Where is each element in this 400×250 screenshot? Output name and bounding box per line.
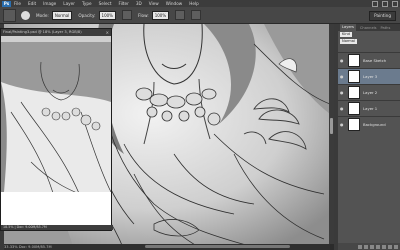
- layer-row[interactable]: ● Background: [338, 116, 400, 132]
- menu-help[interactable]: Help: [189, 1, 199, 6]
- trash-icon[interactable]: [394, 244, 398, 249]
- layers-panel-tabs: Layers Channels Paths: [338, 24, 400, 31]
- vertical-scroll-thumb[interactable]: [330, 118, 333, 134]
- horizontal-scrollbar[interactable]: [145, 245, 290, 248]
- link-layers-icon[interactable]: [358, 244, 362, 249]
- pressure-size-icon[interactable]: [191, 10, 202, 20]
- fx-icon[interactable]: [364, 244, 368, 249]
- layer-row[interactable]: ● Layer 1: [338, 100, 400, 116]
- layer-kind-select[interactable]: Kind: [340, 32, 352, 37]
- tab-paths[interactable]: Paths: [381, 26, 391, 30]
- layer-name: Base Sketch: [363, 58, 387, 63]
- close-icon[interactable]: ×: [106, 30, 109, 35]
- layer-row[interactable]: ● Base Sketch: [338, 52, 400, 68]
- layer-row[interactable]: ● Layer 2: [338, 84, 400, 100]
- layer-thumbnail: [348, 70, 360, 83]
- floating-status-bar: 18.5% | Doc: 9.00M/85.7M: [1, 225, 113, 230]
- visibility-eye-icon[interactable]: ●: [340, 106, 345, 111]
- group-icon[interactable]: [382, 244, 386, 249]
- layer-name: Layer 3: [363, 74, 378, 79]
- floating-document-window[interactable]: Final/Painting3.psd @ 18% (Layer 3, RGB/…: [0, 28, 113, 231]
- brush-tool-icon[interactable]: [3, 8, 16, 22]
- tab-layers[interactable]: Layers: [340, 24, 356, 31]
- visibility-eye-icon[interactable]: ●: [340, 74, 345, 79]
- layer-thumbnail: [348, 86, 360, 99]
- brush-preset-picker[interactable]: [21, 10, 30, 20]
- layer-thumbnail: [348, 102, 360, 115]
- blend-mode-select[interactable]: Normal: [340, 39, 358, 44]
- layer-name: Layer 2: [363, 90, 378, 95]
- visibility-eye-icon[interactable]: ●: [340, 90, 345, 95]
- opacity-label: Opacity:: [78, 12, 96, 18]
- pressure-opacity-icon[interactable]: [121, 10, 132, 20]
- menu-bar: Ps File Edit Image Layer Type Select Fil…: [0, 0, 400, 7]
- blend-mode-row: Normal: [338, 38, 400, 45]
- mask-icon[interactable]: [370, 244, 374, 249]
- layer-name: Layer 1: [363, 106, 378, 111]
- menu-edit[interactable]: Edit: [28, 1, 36, 6]
- opacity-field[interactable]: 100%: [98, 10, 116, 20]
- layers-footer-toolbar: [338, 243, 400, 250]
- tab-channels[interactable]: Channels: [360, 26, 377, 30]
- layer-name: Background: [363, 122, 386, 127]
- mode-select[interactable]: Normal: [51, 10, 73, 20]
- layers-panel: Layers Channels Paths Kind Normal ● Base…: [338, 24, 400, 250]
- mode-label: Mode:: [36, 12, 49, 18]
- visibility-eye-icon[interactable]: ●: [340, 58, 345, 63]
- airbrush-icon[interactable]: [175, 10, 186, 20]
- workspace-switcher[interactable]: Painting: [369, 11, 396, 21]
- menu-file[interactable]: File: [14, 1, 21, 6]
- visibility-eye-icon[interactable]: ●: [340, 122, 345, 127]
- floating-sketch-preview: [1, 42, 111, 225]
- app-logo: Ps: [2, 0, 11, 7]
- flow-field[interactable]: 100%: [151, 10, 170, 20]
- menu-image[interactable]: Image: [43, 1, 56, 6]
- menu-window[interactable]: Window: [166, 1, 183, 6]
- layer-thumbnail: [348, 118, 360, 131]
- menu-type[interactable]: Type: [82, 1, 92, 6]
- menu-select[interactable]: Select: [99, 1, 112, 6]
- floating-document-title[interactable]: Final/Painting3.psd @ 18% (Layer 3, RGB/…: [1, 29, 111, 36]
- menu-3d[interactable]: 3D: [136, 1, 142, 6]
- options-bar: Mode: Normal Opacity: 100% Flow: 100% Pa…: [0, 7, 400, 24]
- new-layer-icon[interactable]: [388, 244, 392, 249]
- menu-layer[interactable]: Layer: [63, 1, 75, 6]
- layer-thumbnail: [348, 54, 360, 67]
- layer-row-selected[interactable]: ● Layer 3: [338, 68, 400, 84]
- menu-filter[interactable]: Filter: [118, 1, 128, 6]
- menu-view[interactable]: View: [149, 1, 159, 6]
- adjustment-icon[interactable]: [376, 244, 380, 249]
- flow-label: Flow:: [137, 12, 149, 18]
- lock-row: [338, 45, 400, 52]
- layer-filter-row: Kind: [338, 31, 400, 38]
